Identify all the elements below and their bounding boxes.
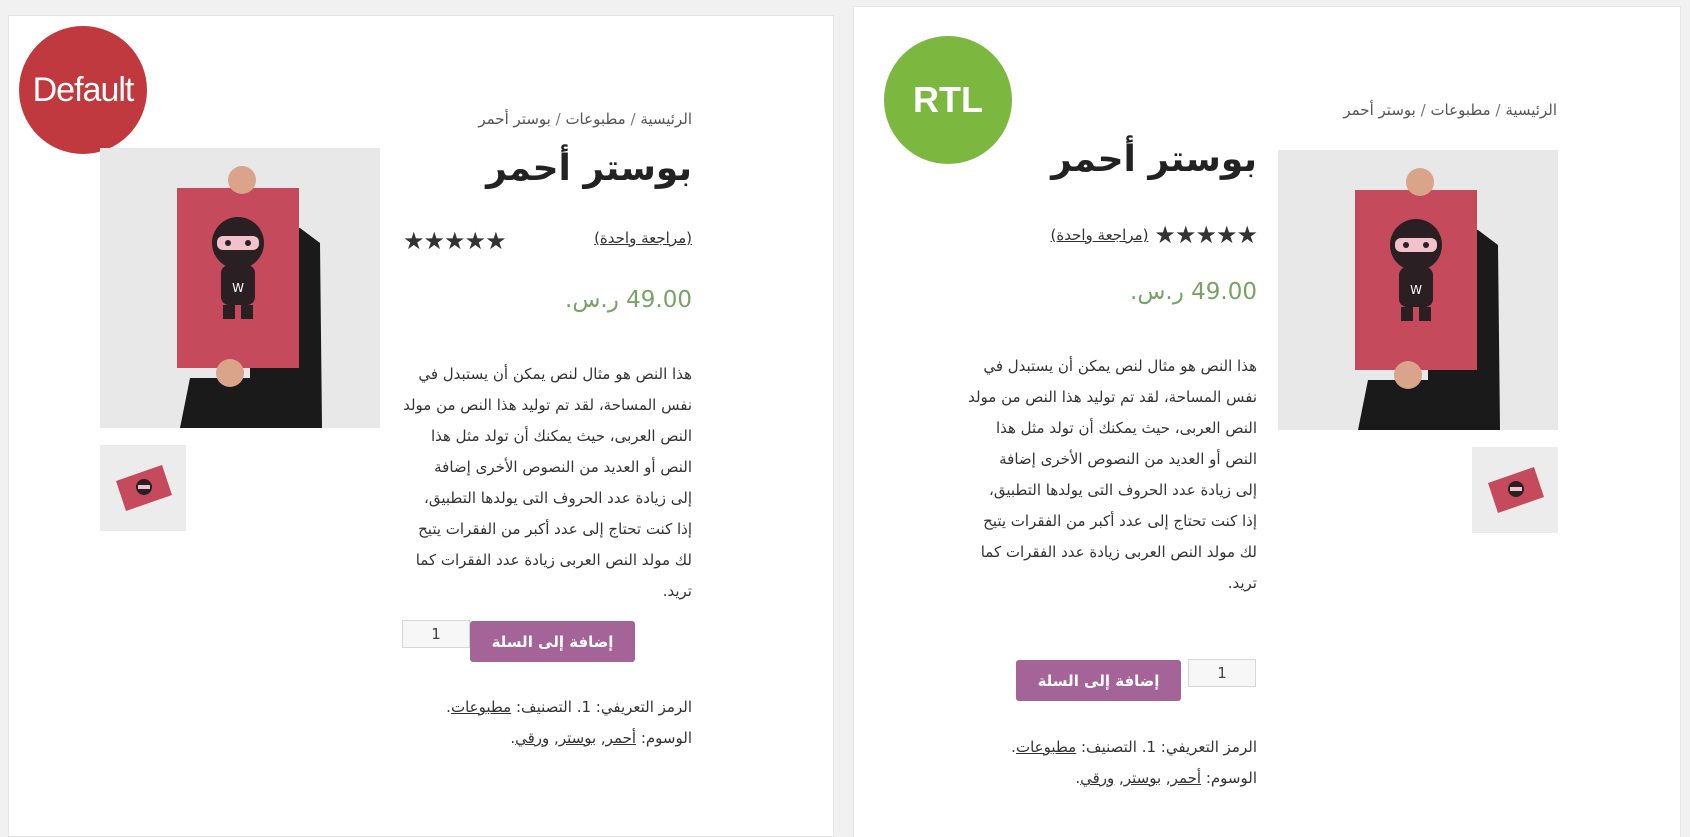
description-line: إلى زيادة عدد الحروف التى يولدها التطبيق… xyxy=(989,481,1257,499)
description-line: النص العربى، حيث يمكنك أن تولد مثل هذا xyxy=(995,419,1257,437)
breadcrumb: الرئيسية / مطبوعات / بوستر أحمر xyxy=(478,110,692,128)
breadcrumb-separator: / xyxy=(555,110,561,128)
breadcrumb-home-link[interactable]: الرئيسية xyxy=(640,110,692,128)
poster-thumbnail-image xyxy=(1472,447,1558,533)
add-to-cart-button[interactable]: إضافة إلى السلة xyxy=(1016,660,1181,701)
tags-label: الوسوم: xyxy=(640,729,692,747)
tags-row: الوسوم: أحمر, بوستر, ورقي. xyxy=(510,729,692,747)
product-image[interactable]: W xyxy=(1278,150,1558,430)
tag-link[interactable]: بوستر xyxy=(1124,769,1161,787)
description-line: إلى زيادة عدد الحروف التى يولدها التطبيق… xyxy=(424,489,692,507)
product-meta: الرمز التعريفي: 1. التصنيف: مطبوعات. الو… xyxy=(1011,732,1257,794)
sku-value: 1. xyxy=(576,698,592,716)
breadcrumb-category-link[interactable]: مطبوعات xyxy=(565,110,625,128)
quantity-input[interactable] xyxy=(1188,659,1256,687)
quantity-input[interactable] xyxy=(402,620,470,648)
breadcrumb-category-link[interactable]: مطبوعات xyxy=(1430,101,1490,119)
category-label: التصنيف: xyxy=(1081,738,1137,756)
tag-link[interactable]: أحمر xyxy=(1171,769,1201,787)
breadcrumb-home-link[interactable]: الرئيسية xyxy=(1505,101,1557,119)
breadcrumb-current: بوستر أحمر xyxy=(478,110,551,128)
product-description: هذا النص هو مثال لنص يمكن أن يستبدل في ن… xyxy=(362,359,692,607)
description-line: إذا كنت تحتاج إلى عدد أكبر من الفقرات يت… xyxy=(983,512,1257,530)
description-line: النص العربى، حيث يمكنك أن تولد مثل هذا xyxy=(430,427,692,445)
tag-link[interactable]: أحمر xyxy=(606,729,636,747)
description-line: النص أو العديد من النصوص الأخرى إضافة xyxy=(434,458,692,476)
description-line: لك مولد النص العربى زيادة عدد الفقرات كم… xyxy=(415,551,692,569)
tags-row: الوسوم: أحمر, بوستر, ورقي. xyxy=(1075,769,1257,787)
product-thumbnail[interactable] xyxy=(1472,447,1558,533)
tags-label: الوسوم: xyxy=(1205,769,1257,787)
add-to-cart-button[interactable]: إضافة إلى السلة xyxy=(470,621,635,662)
rating-row: ★★★★★ (مراجعة واحدة) xyxy=(1051,221,1258,249)
product-description: هذا النص هو مثال لنص يمكن أن يستبدل في ن… xyxy=(927,351,1257,599)
category-label: التصنيف: xyxy=(516,698,572,716)
product-image[interactable]: W xyxy=(100,148,380,428)
breadcrumb-current: بوستر أحمر xyxy=(1343,101,1416,119)
breadcrumb-separator: / xyxy=(630,110,636,128)
sku-label: الرمز التعريفي: xyxy=(1160,738,1257,756)
sku-value: 1. xyxy=(1141,738,1157,756)
category-link[interactable]: مطبوعات xyxy=(451,698,511,716)
product-title: بوستر أحمر xyxy=(1051,139,1257,180)
sku-label: الرمز التعريفي: xyxy=(595,698,692,716)
description-line: النص أو العديد من النصوص الأخرى إضافة xyxy=(999,450,1257,468)
description-line: هذا النص هو مثال لنص يمكن أن يستبدل في xyxy=(418,365,692,383)
svg-text:W: W xyxy=(232,281,244,295)
product-title: بوستر أحمر xyxy=(486,148,692,189)
breadcrumb-separator: / xyxy=(1420,101,1426,119)
poster-thumbnail-image xyxy=(100,445,186,531)
sku-row: الرمز التعريفي: 1. التصنيف: مطبوعات. xyxy=(446,698,692,716)
product-thumbnail[interactable] xyxy=(100,445,186,531)
tag-link[interactable]: ورقي xyxy=(515,729,549,747)
svg-text:W: W xyxy=(1410,283,1422,297)
poster-illustration: W xyxy=(100,148,380,428)
description-line: نفس المساحة، لقد تم توليد هذا النص من مو… xyxy=(968,388,1257,406)
default-panel: Default الرئيسية / مطبوعات / بوستر أحمر … xyxy=(9,16,833,836)
breadcrumb-separator: / xyxy=(1495,101,1501,119)
sku-row: الرمز التعريفي: 1. التصنيف: مطبوعات. xyxy=(1011,738,1257,756)
product-price: 49.00 ر.س. xyxy=(1130,279,1257,305)
rtl-panel: RTL الرئيسية / مطبوعات / بوستر أحمر W بو… xyxy=(854,7,1680,837)
rating-stars: ★★★★★ xyxy=(1154,221,1258,249)
description-line: إذا كنت تحتاج إلى عدد أكبر من الفقرات يت… xyxy=(418,520,692,538)
description-line: تريد. xyxy=(662,582,692,600)
breadcrumb: الرئيسية / مطبوعات / بوستر أحمر xyxy=(1343,101,1557,119)
product-meta: الرمز التعريفي: 1. التصنيف: مطبوعات. الو… xyxy=(446,692,692,754)
description-line: هذا النص هو مثال لنص يمكن أن يستبدل في xyxy=(983,357,1257,375)
rating-stars: ★★★★★ xyxy=(403,227,507,255)
description-line: لك مولد النص العربى زيادة عدد الفقرات كم… xyxy=(980,543,1257,561)
poster-illustration: W xyxy=(1278,150,1558,430)
default-badge: Default xyxy=(19,26,147,154)
description-line: نفس المساحة، لقد تم توليد هذا النص من مو… xyxy=(403,396,692,414)
category-link[interactable]: مطبوعات xyxy=(1016,738,1076,756)
description-line: تريد. xyxy=(1227,574,1257,592)
review-link[interactable]: (مراجعة واحدة) xyxy=(594,229,692,247)
product-price: 49.00 ر.س. xyxy=(565,287,692,313)
review-link[interactable]: (مراجعة واحدة) xyxy=(1051,226,1149,244)
tag-link[interactable]: بوستر xyxy=(559,729,596,747)
tag-link[interactable]: ورقي xyxy=(1080,769,1114,787)
rtl-badge: RTL xyxy=(884,36,1012,164)
